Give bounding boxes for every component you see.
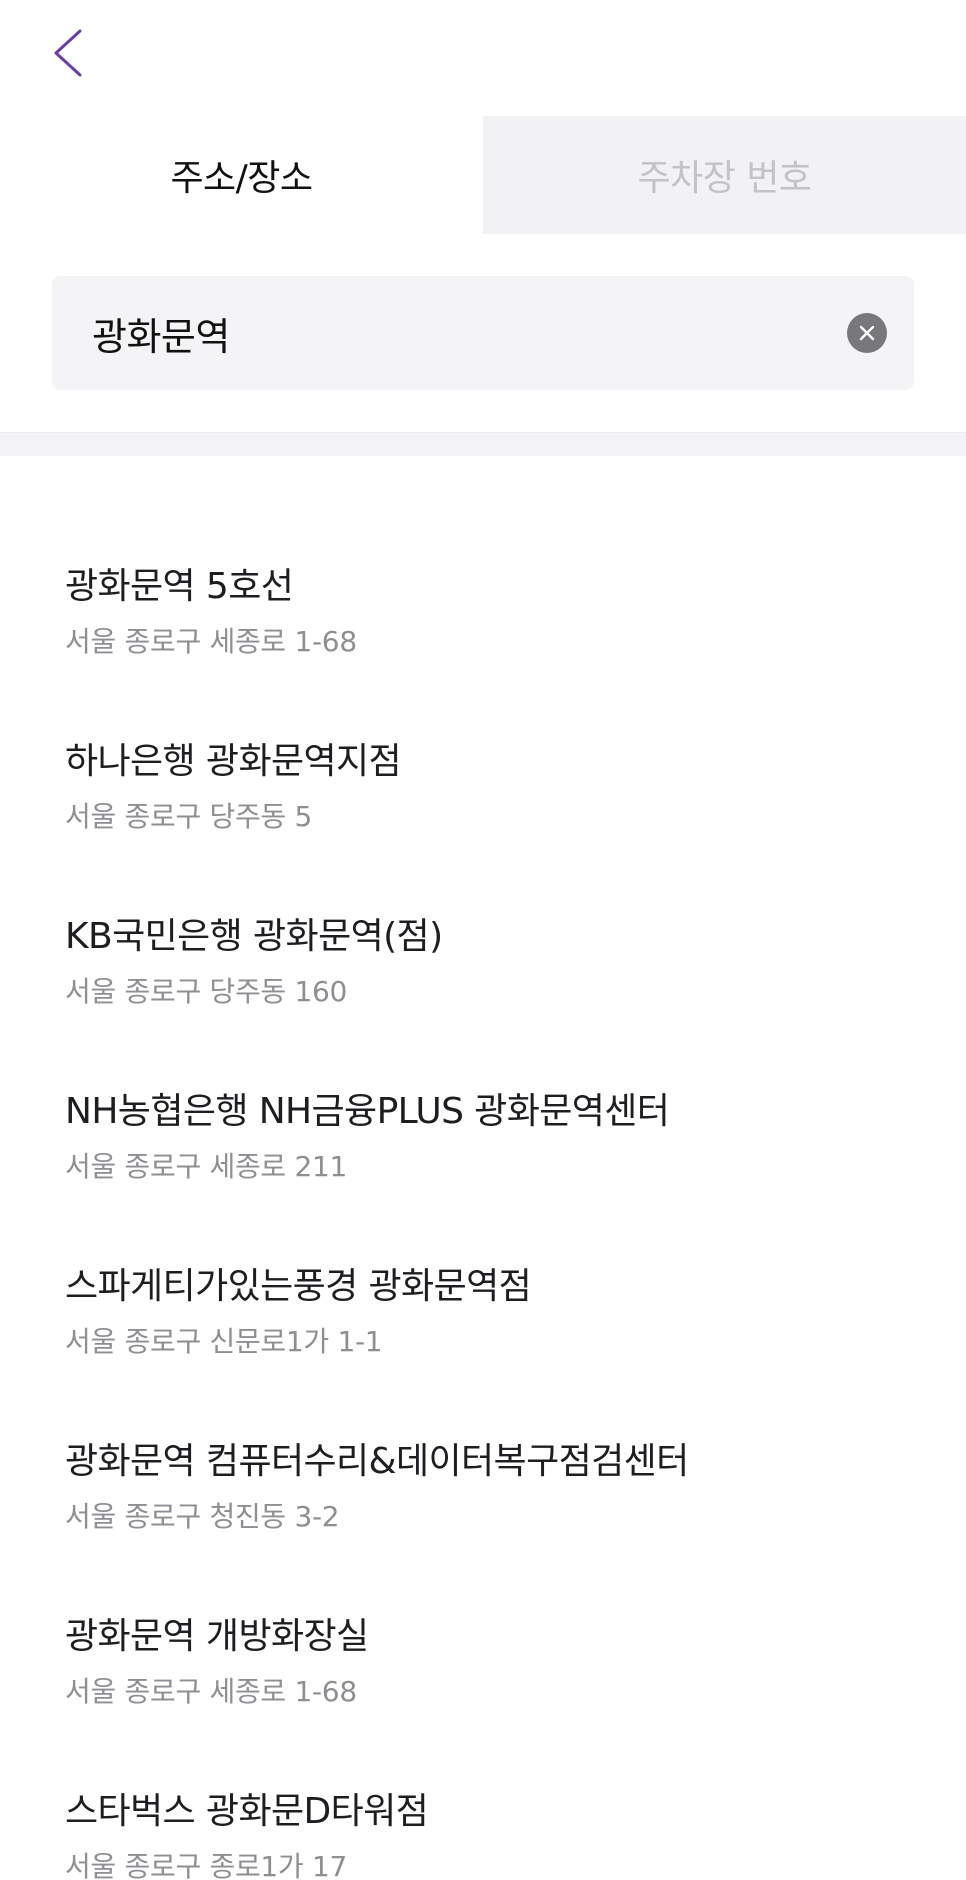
- result-address: 서울 종로구 세종로 1-68: [65, 625, 357, 658]
- list-item[interactable]: 하나은행 광화문역지점 서울 종로구 당주동 5: [0, 737, 966, 912]
- result-address: 서울 종로구 당주동 160: [65, 975, 348, 1008]
- result-title: 광화문역 개방화장실: [65, 1616, 369, 1657]
- result-address: 서울 종로구 신문로1가 1-1: [65, 1325, 383, 1358]
- list-item[interactable]: 스타벅스 광화문D타워점 서울 종로구 종로1가 17: [0, 1787, 966, 1880]
- section-divider: [0, 432, 966, 456]
- list-item[interactable]: 광화문역 개방화장실 서울 종로구 세종로 1-68: [0, 1612, 966, 1787]
- search-box: [52, 276, 914, 390]
- result-address: 서울 종로구 세종로 1-68: [65, 1675, 357, 1708]
- result-title: KB국민은행 광화문역(점): [65, 916, 443, 957]
- result-address: 서울 종로구 당주동 5: [65, 800, 312, 833]
- tab-bar: 주소/장소 주차장 번호: [0, 116, 966, 234]
- result-address: 서울 종로구 세종로 211: [65, 1150, 348, 1183]
- result-title: 스타벅스 광화문D타워점: [65, 1791, 429, 1832]
- result-title: 광화문역 컴퓨터수리&데이터복구점검센터: [65, 1441, 689, 1482]
- list-item[interactable]: 광화문역 5호선 서울 종로구 세종로 1-68: [0, 562, 966, 737]
- result-title: NH농협은행 NH금융PLUS 광화문역센터: [65, 1091, 670, 1132]
- result-title: 광화문역 5호선: [65, 566, 294, 607]
- list-item[interactable]: 스파게티가있는풍경 광화문역점 서울 종로구 신문로1가 1-1: [0, 1262, 966, 1437]
- search-input[interactable]: [52, 276, 847, 390]
- tab-address-place[interactable]: 주소/장소: [0, 116, 483, 234]
- result-title: 스파게티가있는풍경 광화문역점: [65, 1266, 532, 1307]
- clear-search-button[interactable]: [847, 313, 887, 353]
- result-address: 서울 종로구 종로1가 17: [65, 1850, 348, 1880]
- tab-parking-number[interactable]: 주차장 번호: [483, 116, 966, 234]
- list-item[interactable]: KB국민은행 광화문역(점) 서울 종로구 당주동 160: [0, 912, 966, 1087]
- result-title: 하나은행 광화문역지점: [65, 741, 402, 782]
- list-item[interactable]: NH농협은행 NH금융PLUS 광화문역센터 서울 종로구 세종로 211: [0, 1087, 966, 1262]
- result-address: 서울 종로구 청진동 3-2: [65, 1500, 340, 1533]
- chevron-left-icon: [54, 29, 82, 77]
- clear-circle-icon: [859, 325, 875, 341]
- search-screen: 주소/장소 주차장 번호 광화문역 5호선 서울 종로구 세종로 1-68 하나…: [0, 0, 966, 1880]
- list-item[interactable]: 광화문역 컴퓨터수리&데이터복구점검센터 서울 종로구 청진동 3-2: [0, 1437, 966, 1612]
- back-button[interactable]: [52, 18, 116, 88]
